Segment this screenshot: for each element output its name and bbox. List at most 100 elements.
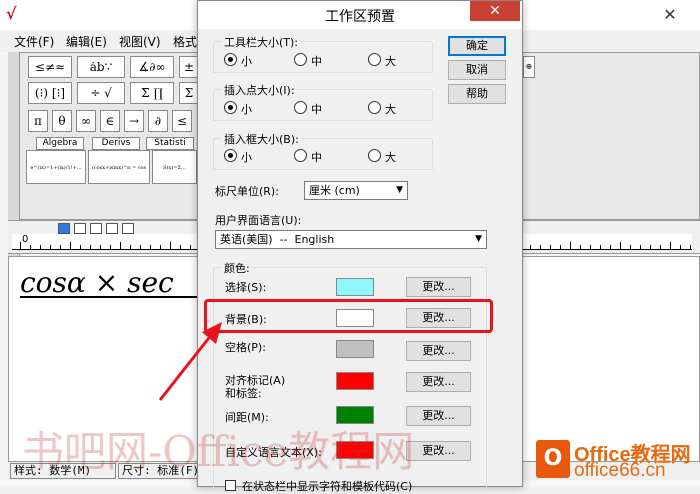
template-series[interactable]: S(x)=Σ...: [152, 150, 197, 184]
app-close-button[interactable]: ✕: [645, 2, 695, 28]
ruler-tick: [140, 245, 141, 249]
palette-fences-button[interactable]: (⁝) [⁝]: [28, 82, 72, 104]
menu-view[interactable]: 视图(V): [119, 33, 161, 50]
color-alignment-swatch: [336, 372, 374, 390]
symbol-infinity-button[interactable]: ∞: [76, 110, 96, 132]
toolbar-size-large-label[interactable]: 大: [385, 53, 396, 69]
template-euler[interactable]: e^(ix)=1+(ix)/1!+...: [26, 150, 86, 184]
insertion-box-large-radio[interactable]: [368, 149, 381, 162]
symbol-arrow-button[interactable]: →: [124, 110, 144, 132]
ok-button[interactable]: 确定: [448, 36, 506, 56]
ruler-tick: [110, 245, 111, 249]
tab-stop-center-icon[interactable]: [74, 223, 86, 234]
insertion-point-medium-radio[interactable]: [294, 101, 307, 114]
symbol-theta-button[interactable]: θ: [52, 110, 72, 132]
insertion-point-large-label[interactable]: 大: [385, 101, 396, 117]
dialog-close-button[interactable]: ✕: [470, 1, 520, 21]
ruler-tick: [610, 245, 611, 249]
color-selection-change-button[interactable]: 更改...: [406, 277, 471, 297]
toolbar-size-large-radio[interactable]: [368, 53, 381, 66]
tab-stop-left-icon[interactable]: [58, 223, 70, 234]
show-codes-checkbox[interactable]: [225, 480, 236, 491]
insertion-box-small-radio[interactable]: [224, 149, 237, 162]
symbol-element-button[interactable]: ∈: [100, 110, 120, 132]
tab-stop-relation-icon[interactable]: [106, 223, 118, 234]
colors-group-label: 颜色:: [222, 260, 252, 276]
color-space-label: 空格(P):: [225, 341, 266, 354]
menu-edit[interactable]: 编辑(E): [66, 33, 107, 50]
color-custom-language-change-button[interactable]: 更改...: [406, 441, 471, 461]
color-spacing-change-button[interactable]: 更改...: [406, 406, 471, 426]
insertion-point-medium-label[interactable]: 中: [311, 101, 322, 117]
ruler-tick: [50, 245, 51, 249]
tab-derivs[interactable]: Derivs: [92, 137, 140, 150]
ruler-tick: [20, 242, 21, 249]
palette-operators-button[interactable]: ∡∂∞: [130, 56, 174, 78]
ruler-unit-select[interactable]: 厘米 (cm) ▼: [304, 181, 408, 200]
ruler-tick: [120, 242, 121, 249]
show-codes-label[interactable]: 在状态栏中显示字符和模板代码(C): [242, 478, 412, 494]
palette-scripts-button[interactable]: Σ̄ ∏: [130, 82, 174, 104]
tab-stop-decimal-icon[interactable]: [122, 223, 134, 234]
color-alignment-change-button[interactable]: 更改...: [406, 372, 471, 392]
tab-algebra[interactable]: Algebra: [36, 137, 84, 150]
tab-stop-right-icon[interactable]: [90, 223, 102, 234]
insertion-box-medium-radio[interactable]: [294, 149, 307, 162]
tab-statistics[interactable]: Statisti: [146, 137, 194, 150]
palette-spaces-button[interactable]: ȧb∵: [77, 56, 125, 78]
ruler-tick: [620, 242, 621, 249]
ruler-tick: [560, 245, 561, 249]
toolbar-size-medium-label[interactable]: 中: [311, 53, 322, 69]
ruler-zero-label: 0: [22, 234, 29, 245]
symbol-pi-button[interactable]: π: [28, 110, 48, 132]
insertion-point-small-label[interactable]: 小: [241, 101, 252, 117]
ruler-tick: [670, 242, 671, 249]
color-selection-swatch: [336, 278, 374, 296]
insertion-point-small-radio[interactable]: [224, 101, 237, 114]
insertion-point-large-radio[interactable]: [368, 101, 381, 114]
cancel-button[interactable]: 取消: [448, 60, 506, 80]
palette-fraction-button[interactable]: ÷ √: [77, 82, 125, 104]
ruler-unit-value: 厘米 (cm): [309, 184, 360, 197]
toolbar-size-small-radio[interactable]: [224, 53, 237, 66]
toolbar-size-small-label[interactable]: 小: [241, 53, 252, 69]
menu-format[interactable]: 格式: [173, 33, 197, 50]
watermark-text: 书吧网-Office教程网: [22, 427, 415, 476]
equation-text: cosα × sec: [20, 266, 174, 299]
help-button[interactable]: 帮助: [448, 84, 506, 104]
insertion-box-small-label[interactable]: 小: [241, 149, 252, 165]
ruler-tick: [170, 242, 171, 249]
ruler-tick: [580, 245, 581, 249]
template-demoivre[interactable]: (cosx+isinx)^n = cos: [88, 150, 150, 184]
ruler-tick: [190, 245, 191, 249]
ruler-tick: [150, 245, 151, 249]
palette-sum-button[interactable]: Σ: [179, 82, 199, 104]
dialog-titlebar: 工作区预置 ✕: [198, 1, 522, 29]
palette-relations-button[interactable]: ≤≠≈: [28, 56, 72, 78]
insertion-box-medium-label[interactable]: 中: [311, 149, 322, 165]
ruler-tick: [160, 245, 161, 249]
symbol-leq-button[interactable]: ≤: [172, 110, 192, 132]
ruler-tick: [660, 245, 661, 249]
toolbar-size-medium-radio[interactable]: [294, 53, 307, 66]
menu-file[interactable]: 文件(F): [14, 33, 54, 50]
equation-underline: [20, 296, 200, 298]
color-space-change-button[interactable]: 更改...: [406, 341, 471, 361]
color-selection-label: 选择(S):: [225, 281, 267, 294]
ui-language-select[interactable]: 英语(美国) -- English ▼: [215, 230, 487, 249]
insertion-box-large-label[interactable]: 大: [385, 149, 396, 165]
chevron-down-icon: ▼: [396, 185, 403, 195]
ruler-tick: [70, 242, 71, 249]
ruler-tick: [180, 245, 181, 249]
symbol-partial-button[interactable]: ∂: [148, 110, 168, 132]
ruler-tick: [650, 245, 651, 249]
workspace-preferences-dialog: 工作区预置 ✕ 工具栏大小(T): 小 中 大 插入点大小(I): 小 中 大 …: [197, 0, 523, 493]
palette-plusminus-button[interactable]: ±: [179, 56, 199, 78]
ruler-tick: [690, 245, 691, 249]
background-row-highlight: [204, 299, 493, 333]
ruler-tick: [540, 245, 541, 249]
app-logo-icon: √: [6, 4, 17, 23]
ruler-tick: [630, 245, 631, 249]
palette-extra-icon[interactable]: ⊕: [523, 56, 535, 78]
ruler-tick: [550, 245, 551, 249]
